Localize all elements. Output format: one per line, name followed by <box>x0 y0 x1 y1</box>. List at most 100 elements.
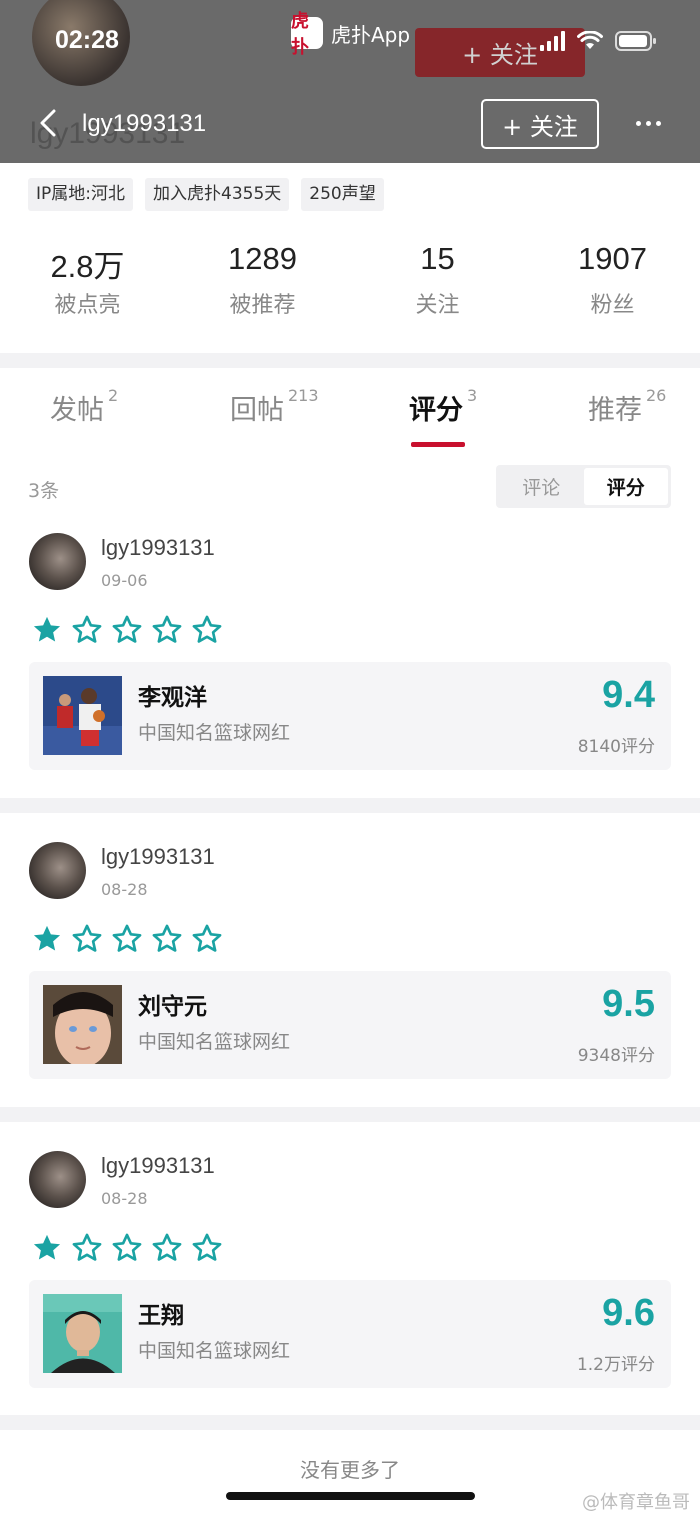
status-icons <box>540 30 657 52</box>
subject-description: 中国知名篮球网红 <box>138 1031 291 1053</box>
star-empty-icon <box>71 923 103 959</box>
result-count: 3条 <box>28 480 60 502</box>
subject-name: 王翔 <box>138 1303 184 1329</box>
star-empty-icon <box>151 614 183 650</box>
stat-fans[interactable]: 1907 粉丝 <box>525 241 700 319</box>
status-time: 02:28 <box>55 26 119 54</box>
section-divider <box>0 798 700 813</box>
app-indicator: 虎扑 虎扑App <box>291 11 411 58</box>
rated-subject-card[interactable]: 李观洋 中国知名篮球网红 9.4 8140评分 <box>29 662 671 770</box>
subject-photo <box>43 676 122 755</box>
stat-value: 15 <box>420 241 455 276</box>
tab-posts[interactable]: 发帖 2 <box>50 386 119 427</box>
profile-header: 02:28 虎扑 虎扑App + 关注 lgy1993131 lgy199313… <box>0 0 700 163</box>
tab-recommend[interactable]: 推荐 26 <box>588 386 667 427</box>
stat-label: 被推荐 <box>229 293 296 318</box>
reputation-tag: 250声望 <box>301 178 384 211</box>
subject-name: 李观洋 <box>138 685 207 711</box>
battery-icon <box>615 30 657 52</box>
subject-rating-count: 1.2万评分 <box>576 1355 655 1375</box>
star-rating <box>31 614 223 650</box>
subject-photo <box>43 1294 122 1373</box>
tab-ratings[interactable]: 评分 3 <box>409 386 478 427</box>
entry-username[interactable]: lgy1993131 <box>101 1153 215 1179</box>
segment-ratings[interactable]: 评分 <box>583 468 668 505</box>
subject-score: 9.4 <box>602 674 655 716</box>
home-indicator[interactable] <box>226 1492 475 1500</box>
subject-description: 中国知名篮球网红 <box>138 1340 291 1362</box>
entry-date: 09-06 <box>101 571 148 590</box>
star-filled-icon <box>31 923 63 959</box>
star-empty-icon <box>191 923 223 959</box>
tab-label: 发帖 <box>50 395 104 426</box>
entry-username[interactable]: lgy1993131 <box>101 535 215 561</box>
stat-label: 被点亮 <box>54 293 121 318</box>
ip-location-tag: IP属地:河北 <box>28 178 133 211</box>
stat-value: 1907 <box>578 241 647 276</box>
tab-count: 2 <box>108 386 119 405</box>
section-divider <box>0 1107 700 1122</box>
profile-stats: 2.8万 被点亮 1289 被推荐 15 关注 1907 粉丝 <box>0 241 700 319</box>
star-filled-icon <box>31 1232 63 1268</box>
avatar[interactable] <box>29 533 86 590</box>
stat-recommended[interactable]: 1289 被推荐 <box>175 241 350 319</box>
segment-control: 评论 评分 <box>496 465 671 508</box>
star-empty-icon <box>71 1232 103 1268</box>
stat-value: 1289 <box>228 241 297 276</box>
subject-score: 9.6 <box>602 1292 655 1334</box>
star-empty-icon <box>111 923 143 959</box>
segment-comments[interactable]: 评论 <box>499 468 584 505</box>
star-empty-icon <box>191 614 223 650</box>
app-logo-text: 虎扑 <box>291 11 309 58</box>
subject-score: 9.5 <box>602 983 655 1025</box>
subject-description: 中国知名篮球网红 <box>138 722 291 744</box>
tab-replies[interactable]: 回帖 213 <box>230 386 319 427</box>
stat-value: 2.8万 <box>50 249 125 284</box>
subject-rating-count: 8140评分 <box>577 737 655 757</box>
star-empty-icon <box>151 1232 183 1268</box>
back-arrow-icon[interactable] <box>34 108 64 138</box>
app-logo: 虎扑 <box>291 11 323 58</box>
join-days-tag: 加入虎扑4355天 <box>145 178 290 211</box>
star-empty-icon <box>111 614 143 650</box>
entry-date: 08-28 <box>101 1189 148 1208</box>
list-footer: 没有更多了 @体育章鱼哥 <box>0 1430 700 1515</box>
stat-lit[interactable]: 2.8万 被点亮 <box>0 241 175 319</box>
subject-rating-count: 9348评分 <box>577 1046 655 1066</box>
rated-subject-card[interactable]: 刘守元 中国知名篮球网红 9.5 9348评分 <box>29 971 671 1079</box>
avatar[interactable] <box>29 1151 86 1208</box>
subject-name: 刘守元 <box>138 994 207 1020</box>
wifi-icon <box>577 31 603 51</box>
entry-date: 08-28 <box>101 880 148 899</box>
active-tab-indicator <box>411 442 465 447</box>
tab-count: 213 <box>288 386 319 405</box>
star-empty-icon <box>111 1232 143 1268</box>
tab-count: 3 <box>467 386 478 405</box>
signal-icon <box>540 31 565 51</box>
tab-count: 26 <box>646 386 667 405</box>
subject-photo <box>43 985 122 1067</box>
stat-label: 关注 <box>415 293 460 318</box>
stat-label: 粉丝 <box>590 293 635 318</box>
star-empty-icon <box>191 1232 223 1268</box>
tab-label: 评分 <box>409 395 463 426</box>
star-empty-icon <box>71 614 103 650</box>
content-area: 发帖 2 回帖 213 评分 3 推荐 26 3条 评论 评分 lgy1993131 0… <box>0 368 700 1415</box>
stat-following[interactable]: 15 关注 <box>350 241 525 319</box>
entry-username[interactable]: lgy1993131 <box>101 844 215 870</box>
star-rating <box>31 1232 223 1268</box>
follow-button[interactable]: + 关注 <box>481 99 599 149</box>
watermark: @体育章鱼哥 <box>582 1492 690 1513</box>
star-rating <box>31 923 223 959</box>
no-more-text: 没有更多了 <box>300 1458 400 1482</box>
nav-username: lgy1993131 <box>82 110 207 137</box>
star-filled-icon <box>31 614 63 650</box>
avatar[interactable] <box>29 842 86 899</box>
tab-label: 回帖 <box>230 395 284 426</box>
profile-info: IP属地:河北 加入虎扑4355天 250声望 2.8万 被点亮 1289 被推… <box>0 163 700 353</box>
more-icon[interactable] <box>636 121 661 126</box>
app-name: 虎扑App <box>331 22 411 47</box>
tab-label: 推荐 <box>588 395 642 426</box>
profile-tags: IP属地:河北 加入虎扑4355天 250声望 <box>28 178 384 211</box>
rated-subject-card[interactable]: 王翔 中国知名篮球网红 9.6 1.2万评分 <box>29 1280 671 1388</box>
